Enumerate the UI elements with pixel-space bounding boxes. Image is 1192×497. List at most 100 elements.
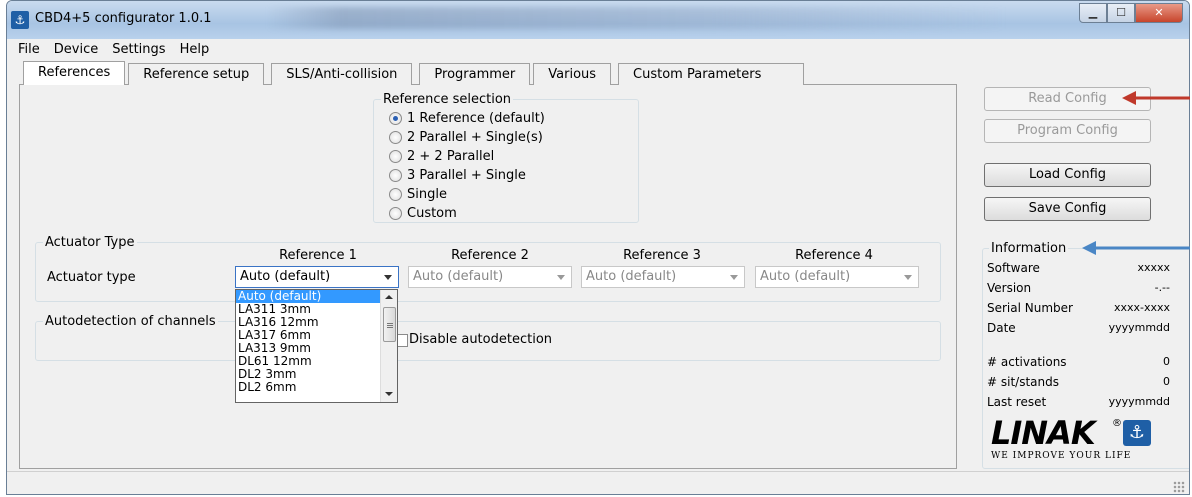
maximize-button[interactable]: ☐: [1107, 3, 1135, 23]
radio-single[interactable]: Single: [389, 185, 545, 204]
info-label: # sit/stands: [987, 375, 1059, 389]
disable-autodetection-label: Disable autodetection: [409, 332, 553, 347]
info-value: yyyymmdd: [1108, 321, 1170, 334]
radio-label: 2 Parallel + Single(s): [407, 130, 543, 145]
column-header-reference-4: Reference 4: [795, 248, 873, 263]
tab-sls-anti-collision[interactable]: SLS/Anti-collision: [271, 63, 413, 85]
info-value: -.--: [1154, 281, 1170, 294]
column-header-reference-2: Reference 2: [451, 248, 529, 263]
info-label: Last reset: [987, 395, 1047, 409]
minimize-button[interactable]: ▁: [1079, 3, 1107, 23]
resize-grip-icon[interactable]: [1173, 481, 1185, 493]
radio-icon[interactable]: [389, 131, 402, 144]
chevron-down-icon[interactable]: [904, 275, 912, 280]
combo-value: Auto (default): [586, 269, 677, 284]
actuator-type-legend: Actuator Type: [43, 235, 137, 250]
actuator-type-label: Actuator type: [47, 270, 136, 285]
combo-value: Auto (default): [760, 269, 851, 284]
info-row-software: Software xxxxx: [987, 261, 1170, 277]
radio-label: 2 + 2 Parallel: [407, 149, 495, 164]
dropdown-option[interactable]: DL2 6mm: [236, 381, 397, 394]
radio-1-reference[interactable]: 1 Reference (default): [389, 109, 545, 128]
menu-file[interactable]: File: [11, 39, 47, 59]
tab-custom-parameters[interactable]: Custom Parameters: [618, 63, 805, 85]
radio-custom[interactable]: Custom: [389, 204, 545, 223]
scroll-down-icon[interactable]: [385, 392, 393, 396]
tab-reference-setup[interactable]: Reference setup: [128, 63, 265, 85]
linak-logo: LINAK ® ⚓ WE IMPROVE YOUR LIFE: [991, 416, 1153, 466]
reference-selection-legend: Reference selection: [381, 92, 514, 107]
radio-2-parallel-single[interactable]: 2 Parallel + Single(s): [389, 128, 545, 147]
info-row-version: Version -.--: [987, 281, 1170, 297]
red-arrow-icon: [1122, 91, 1190, 105]
scroll-up-icon[interactable]: [385, 295, 393, 299]
chevron-down-icon[interactable]: [730, 275, 738, 280]
menu-bar: File Device Settings Help: [7, 39, 1189, 59]
window-title: CBD4+5 configurator 1.0.1: [35, 11, 212, 26]
app-icon: ⚓: [11, 11, 29, 29]
reference-radio-list: 1 Reference (default) 2 Parallel + Singl…: [389, 109, 545, 223]
tab-strip: References Reference setup SLS/Anti-coll…: [23, 61, 805, 85]
reference-4-combo[interactable]: Auto (default): [755, 266, 919, 288]
chevron-down-icon[interactable]: [557, 275, 565, 280]
logo-wordmark: LINAK: [991, 414, 1096, 452]
info-value: yyyymmdd: [1108, 395, 1170, 408]
autodetection-legend: Autodetection of channels: [43, 314, 218, 329]
info-row-last-reset: Last reset yyyymmdd: [987, 395, 1170, 411]
load-config-button[interactable]: Load Config: [984, 163, 1151, 187]
info-row-date: Date yyyymmdd: [987, 321, 1170, 337]
info-value: 0: [1163, 375, 1170, 388]
logo-tagline: WE IMPROVE YOUR LIFE: [991, 451, 1132, 461]
info-label: Software: [987, 261, 1040, 275]
info-label: Serial Number: [987, 301, 1073, 315]
save-config-button[interactable]: Save Config: [984, 197, 1151, 221]
chevron-down-icon[interactable]: [384, 275, 392, 280]
radio-3-parallel-single[interactable]: 3 Parallel + Single: [389, 166, 545, 185]
anchor-icon: ⚓: [1123, 420, 1151, 446]
reference-1-combo[interactable]: Auto (default): [235, 266, 399, 288]
radio-label: 3 Parallel + Single: [407, 168, 526, 183]
info-label: # activations: [987, 355, 1067, 369]
tab-various[interactable]: Various: [533, 63, 612, 85]
status-bar: [7, 471, 1189, 494]
info-value: 0: [1163, 355, 1170, 368]
tab-programmer[interactable]: Programmer: [419, 63, 531, 85]
blurred-title-area: [267, 7, 1007, 29]
radio-label: Single: [407, 187, 447, 202]
info-value: xxxxx: [1137, 261, 1170, 274]
close-button[interactable]: ✕: [1135, 3, 1183, 23]
info-label: Date: [987, 321, 1016, 335]
reference-2-combo[interactable]: Auto (default): [408, 266, 572, 288]
dropdown-scrollbar[interactable]: [380, 290, 397, 402]
menu-help[interactable]: Help: [173, 39, 217, 59]
actuator-dropdown-list: Auto (default) LA311 3mm LA316 12mm LA31…: [235, 289, 398, 403]
reference-3-combo[interactable]: Auto (default): [581, 266, 745, 288]
combo-value: Auto (default): [413, 269, 504, 284]
scroll-thumb[interactable]: [383, 307, 396, 342]
grip-icon: [387, 323, 393, 324]
radio-icon[interactable]: [389, 188, 402, 201]
radio-2-plus-2-parallel[interactable]: 2 + 2 Parallel: [389, 147, 545, 166]
info-label: Version: [987, 281, 1032, 295]
radio-label: 1 Reference (default): [407, 111, 545, 126]
title-bar[interactable]: ⚓ CBD4+5 configurator 1.0.1 ▁ ☐ ✕: [7, 1, 1189, 39]
menu-settings[interactable]: Settings: [105, 39, 172, 59]
radio-icon[interactable]: [389, 169, 402, 182]
radio-label: Custom: [407, 206, 457, 221]
logo-registered-mark: ®: [1112, 418, 1122, 429]
app-window: ⚓ CBD4+5 configurator 1.0.1 ▁ ☐ ✕ File D…: [6, 0, 1190, 495]
column-header-reference-3: Reference 3: [623, 248, 701, 263]
column-header-reference-1: Reference 1: [279, 248, 357, 263]
tab-references[interactable]: References: [23, 61, 126, 85]
info-value: xxxx-xxxx: [1113, 301, 1170, 314]
radio-icon[interactable]: [389, 207, 402, 220]
radio-icon[interactable]: [389, 150, 402, 163]
info-row-activations: # activations 0: [987, 355, 1170, 371]
program-config-button[interactable]: Program Config: [984, 119, 1151, 143]
combo-value: Auto (default): [240, 269, 331, 284]
information-legend: Information: [989, 241, 1069, 256]
reference-selection-group: Reference selection 1 Reference (default…: [373, 92, 639, 223]
blue-arrow-icon: [1082, 241, 1190, 255]
menu-device[interactable]: Device: [47, 39, 105, 59]
radio-checked-icon[interactable]: [389, 112, 402, 125]
